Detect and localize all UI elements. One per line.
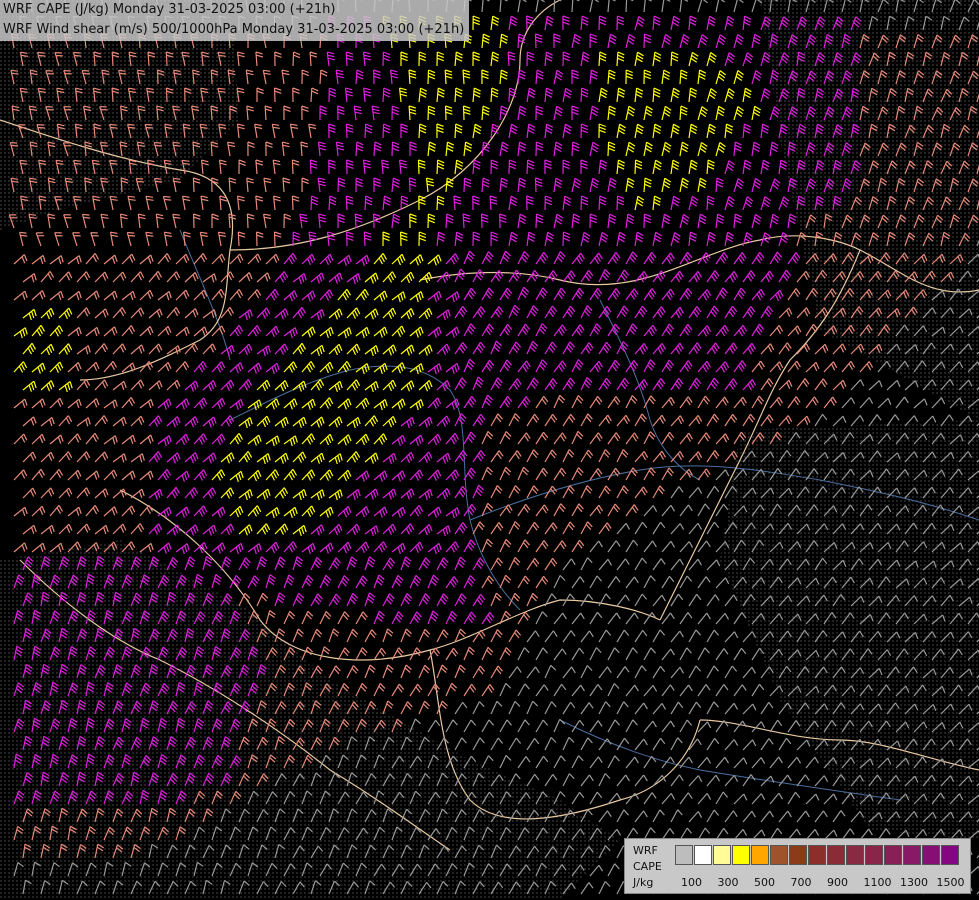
cape-windshear-map [0,0,979,900]
